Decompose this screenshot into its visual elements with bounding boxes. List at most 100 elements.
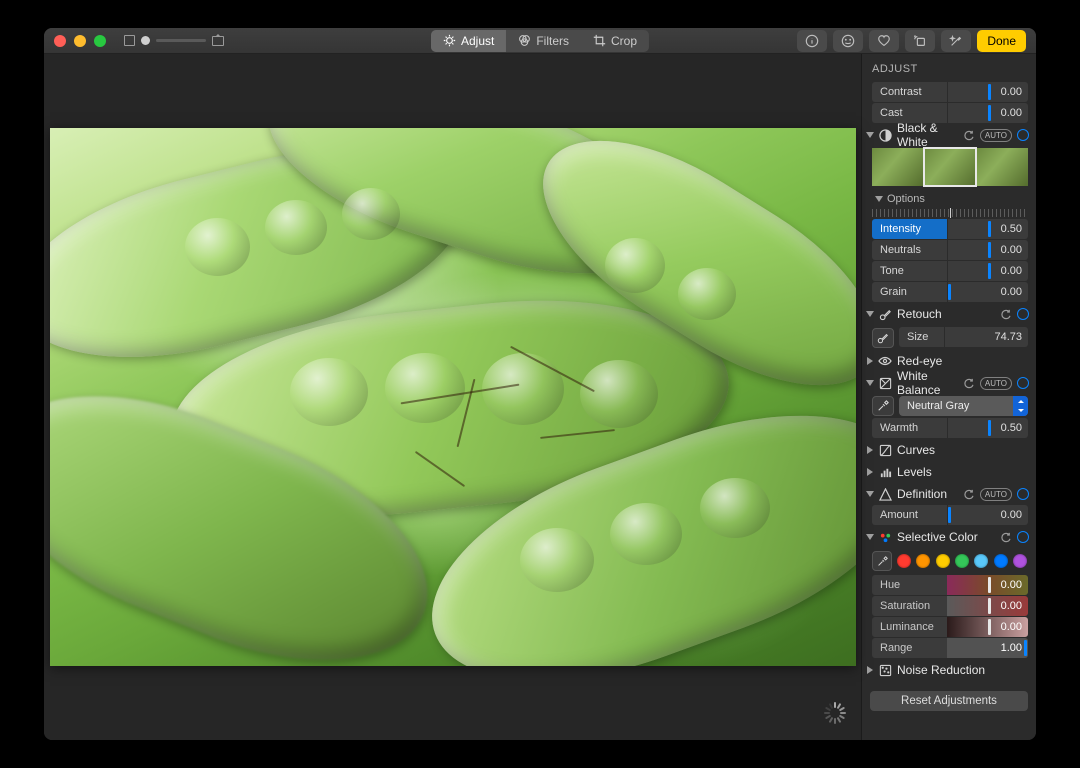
auto-enhance-button[interactable] <box>941 30 971 52</box>
color-swatch-0[interactable] <box>897 554 911 568</box>
color-swatch-4[interactable] <box>974 554 988 568</box>
cast-slider[interactable]: Cast0.00 <box>872 103 1036 123</box>
definition-icon <box>878 487 892 501</box>
luminance-slider[interactable]: Luminance0.00 <box>872 617 1028 637</box>
disclosure-triangle-icon <box>866 491 874 497</box>
retouch-icon <box>878 307 892 321</box>
contrast-slider[interactable]: Contrast0.00 <box>872 82 1036 102</box>
zoom-slider-track[interactable] <box>156 39 206 42</box>
selective-color-icon <box>878 530 892 544</box>
enable-bw-toggle[interactable] <box>1017 129 1029 141</box>
curves-icon <box>878 443 892 457</box>
bw-tick-scale[interactable] <box>872 209 1028 217</box>
edited-photo <box>50 128 856 666</box>
adjust-tab[interactable]: Adjust <box>431 30 506 52</box>
bw-icon <box>878 128 892 142</box>
bw-options-header[interactable]: Options <box>862 190 1036 208</box>
adjust-sidebar: ADJUST Contrast0.00 Cast0.00 Black & Whi… <box>861 54 1036 740</box>
zoom-fit-icon[interactable] <box>124 35 135 46</box>
reset-adjustments-button[interactable]: Reset Adjustments <box>870 691 1028 711</box>
noise-icon <box>878 663 892 677</box>
rotate-button[interactable] <box>905 30 935 52</box>
crop-tab[interactable]: Crop <box>581 30 649 52</box>
filters-tab[interactable]: Filters <box>506 30 581 52</box>
loading-spinner <box>823 702 845 724</box>
intensity-slider[interactable]: Intensity0.50 <box>872 219 1036 239</box>
enable-selcolor-toggle[interactable] <box>1017 531 1029 543</box>
range-slider[interactable]: Range1.00 <box>872 638 1028 658</box>
bw-thumbnails[interactable] <box>862 146 1036 190</box>
adjust-tab-label: Adjust <box>461 34 494 48</box>
color-swatch-1[interactable] <box>916 554 930 568</box>
zoom-controls <box>124 35 224 46</box>
tone-slider[interactable]: Tone0.00 <box>872 261 1036 281</box>
zoom-slider-thumb[interactable] <box>141 36 150 45</box>
zoom-actual-icon[interactable] <box>212 36 224 46</box>
reset-wb-button[interactable] <box>964 378 975 389</box>
disclosure-triangle-icon <box>875 196 883 202</box>
white-balance-icon <box>878 376 892 390</box>
warmth-slider[interactable]: Warmth0.50 <box>872 418 1036 438</box>
adjust-icon <box>443 34 456 47</box>
minimize-window-button[interactable] <box>74 35 86 47</box>
crop-tab-label: Crop <box>611 34 637 48</box>
image-canvas[interactable] <box>44 54 861 740</box>
traffic-lights <box>54 35 106 47</box>
reset-bw-button[interactable] <box>964 130 975 141</box>
titlebar: Adjust Filters Crop Done <box>44 28 1036 54</box>
levels-icon <box>878 465 892 479</box>
close-window-button[interactable] <box>54 35 66 47</box>
definition-amount-slider[interactable]: Amount0.00 <box>872 505 1036 525</box>
wb-mode-dropdown[interactable]: Neutral Gray <box>899 396 1028 416</box>
app-window: Adjust Filters Crop Done <box>44 28 1036 740</box>
color-swatch-5[interactable] <box>994 554 1008 568</box>
disclosure-triangle-icon <box>866 380 874 386</box>
disclosure-triangle-icon <box>867 666 873 674</box>
fullscreen-window-button[interactable] <box>94 35 106 47</box>
crop-icon <box>593 34 606 47</box>
reset-retouch-button[interactable] <box>1001 309 1012 320</box>
section-selective-color[interactable]: Selective Color <box>862 526 1036 548</box>
retouch-size-slider[interactable]: Size74.73 <box>899 327 1028 347</box>
filters-icon <box>518 34 531 47</box>
mode-segmented-control: Adjust Filters Crop <box>431 30 649 52</box>
neutrals-slider[interactable]: Neutrals0.00 <box>872 240 1036 260</box>
reset-selcolor-button[interactable] <box>1001 532 1012 543</box>
disclosure-triangle-icon <box>866 311 874 317</box>
disclosure-triangle-icon <box>867 468 873 476</box>
auto-definition-button[interactable]: AUTO <box>980 488 1012 501</box>
redeye-icon <box>878 354 892 368</box>
info-button[interactable] <box>797 30 827 52</box>
auto-wb-button[interactable]: AUTO <box>980 377 1012 390</box>
selcolor-eyedropper-button[interactable] <box>872 551 892 571</box>
faces-button[interactable] <box>833 30 863 52</box>
enable-retouch-toggle[interactable] <box>1017 308 1029 320</box>
color-swatch-row <box>862 548 1036 575</box>
section-definition[interactable]: Definition AUTO <box>862 483 1036 505</box>
hue-slider[interactable]: Hue0.00 <box>872 575 1028 595</box>
section-noise-reduction[interactable]: Noise Reduction <box>862 659 1036 681</box>
disclosure-triangle-icon <box>866 132 874 138</box>
grain-slider[interactable]: Grain0.00 <box>872 282 1036 302</box>
reset-definition-button[interactable] <box>964 489 975 500</box>
disclosure-triangle-icon <box>867 357 873 365</box>
enable-definition-toggle[interactable] <box>1017 488 1029 500</box>
disclosure-triangle-icon <box>866 534 874 540</box>
section-white-balance[interactable]: White Balance AUTO <box>862 372 1036 394</box>
section-retouch[interactable]: Retouch <box>862 303 1036 325</box>
sidebar-title: ADJUST <box>862 54 1036 82</box>
auto-bw-button[interactable]: AUTO <box>980 129 1012 142</box>
section-curves[interactable]: Curves <box>862 439 1036 461</box>
section-levels[interactable]: Levels <box>862 461 1036 483</box>
disclosure-triangle-icon <box>867 446 873 454</box>
color-swatch-3[interactable] <box>955 554 969 568</box>
done-button[interactable]: Done <box>977 30 1026 52</box>
saturation-slider[interactable]: Saturation0.00 <box>872 596 1028 616</box>
color-swatch-2[interactable] <box>936 554 950 568</box>
enable-wb-toggle[interactable] <box>1017 377 1029 389</box>
wb-eyedropper-button[interactable] <box>872 396 894 416</box>
favorite-button[interactable] <box>869 30 899 52</box>
retouch-brush-button[interactable] <box>872 328 894 348</box>
section-black-white[interactable]: Black & White AUTO <box>862 124 1036 146</box>
color-swatch-6[interactable] <box>1013 554 1027 568</box>
